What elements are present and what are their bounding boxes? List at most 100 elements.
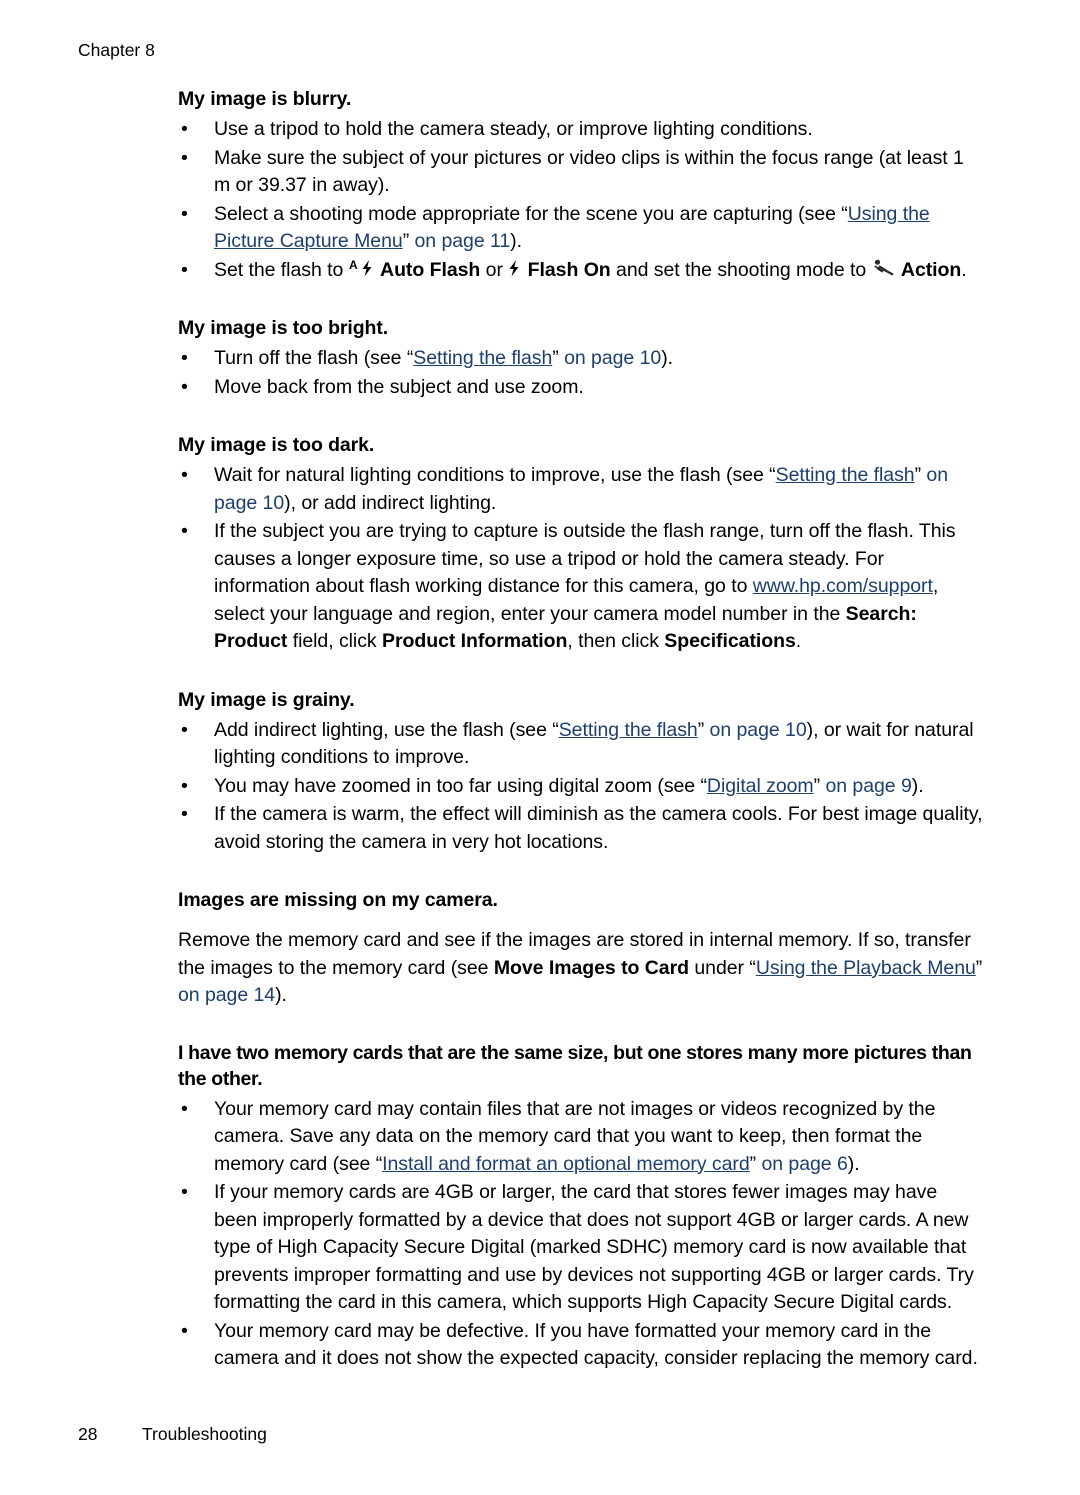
page-reference[interactable]: on page 14 xyxy=(178,984,275,1006)
body-text: Wait for natural lighting conditions to … xyxy=(214,464,776,486)
body-text: You may have zoomed in too far using dig… xyxy=(214,774,707,797)
bullet-glyph-icon: • xyxy=(181,202,188,225)
body-text: , then click xyxy=(567,630,665,652)
bullet-glyph-icon: • xyxy=(181,258,188,281)
body-text: or xyxy=(480,258,509,281)
page-reference[interactable]: on page 10 xyxy=(564,347,661,369)
bullet-glyph-icon: • xyxy=(181,1097,188,1120)
body-text: If your memory cards are 4GB or larger, … xyxy=(214,1181,974,1313)
body-text: Set the flash to xyxy=(214,258,349,281)
section-heading-two-memory-cards: I have two memory cards that are the sam… xyxy=(178,1041,972,1090)
bullet-glyph-icon: • xyxy=(181,718,188,741)
bullet-glyph-icon: • xyxy=(181,118,188,140)
list-item: • Turn off the flash (see “Setting the fl… xyxy=(178,345,984,373)
body-text: Select a shooting mode appropriate for t… xyxy=(214,202,848,225)
list-item: • If the subject you are trying to captur… xyxy=(178,518,984,656)
list-item: • If the camera is warm, the effect will … xyxy=(178,801,984,856)
list-item: • Your memory card may be defective. If y… xyxy=(178,1318,984,1373)
list-item: • Move back from the subject and use zoom… xyxy=(178,374,984,402)
section-heading-too-bright: My image is too bright. xyxy=(178,317,389,339)
emphasis-text: Move Images to Card xyxy=(493,956,689,979)
body-text: ” xyxy=(697,718,710,741)
body-text: Your memory card may be defective. If yo… xyxy=(214,1319,978,1370)
body-text: ). xyxy=(911,774,924,797)
page-reference[interactable]: on page 6 xyxy=(761,1153,847,1175)
body-text: . xyxy=(795,630,802,652)
emphasis-text: Action xyxy=(900,258,962,281)
list-item: • Select a shooting mode appropriate for … xyxy=(178,201,984,256)
list-item: • Wait for natural lighting conditions to… xyxy=(178,462,984,517)
bullet-list-blurry: • Use a tripod to hold the camera steady,… xyxy=(178,116,984,284)
body-text: under “ xyxy=(689,956,756,979)
body-text: and set the shooting mode to xyxy=(610,258,872,281)
emphasis-text: Product Information xyxy=(382,630,568,652)
list-item: • Your memory card may contain files that… xyxy=(178,1096,984,1179)
cross-reference-link[interactable]: Install and format an optional memory ca… xyxy=(382,1153,750,1175)
body-text: ” xyxy=(552,347,565,369)
bullet-glyph-icon: • xyxy=(181,1181,188,1203)
section-heading-grainy: My image is grainy. xyxy=(178,688,355,711)
bullet-glyph-icon: • xyxy=(181,803,188,825)
body-text: Make sure the subject of your pictures o… xyxy=(214,146,964,197)
body-text: ” xyxy=(749,1152,762,1175)
cross-reference-link[interactable]: Using the Playback Menu xyxy=(756,957,976,979)
body-text: ” xyxy=(914,464,927,486)
list-item: • Add indirect lighting, use the flash (s… xyxy=(178,717,984,772)
list-item: • Set the flash to A Auto Flash or Flash … xyxy=(178,257,984,285)
list-item: • Use a tripod to hold the camera steady,… xyxy=(178,116,984,144)
svg-text:A: A xyxy=(349,258,358,272)
bullet-list-too-bright: • Turn off the flash (see “Setting the fl… xyxy=(178,345,984,401)
body-text: Move back from the subject and use zoom. xyxy=(214,375,584,398)
body-text: ), or add indirect lighting. xyxy=(284,491,497,514)
section-heading-blurry: My image is blurry. xyxy=(178,88,352,110)
auto-flash-icon: A xyxy=(349,258,375,278)
body-text: Turn off the flash (see “ xyxy=(214,347,414,369)
body-text: ” xyxy=(975,956,983,979)
page-content: My image is blurry. • Use a tripod to hold… xyxy=(178,86,984,1374)
body-text: If the camera is warm, the effect will d… xyxy=(214,803,983,853)
cross-reference-link[interactable]: www.hp.com/support xyxy=(753,575,933,597)
bullet-glyph-icon: • xyxy=(181,347,188,369)
list-item: • If your memory cards are 4GB or larger,… xyxy=(178,1179,984,1317)
body-text: ” xyxy=(402,230,415,252)
emphasis-text: Auto Flash xyxy=(380,258,481,281)
body-text: field, click xyxy=(287,630,382,652)
body-text: ). xyxy=(661,347,673,369)
list-item: • You may have zoomed in too far using di… xyxy=(178,773,984,801)
document-page: Chapter 8 My image is blurry. • Use a trip… xyxy=(0,0,1080,1495)
emphasis-text: Flash On xyxy=(527,258,611,281)
bullet-list-two-memory-cards: • Your memory card may contain files that… xyxy=(178,1096,984,1373)
body-text: Add indirect lighting, use the flash (se… xyxy=(214,718,559,741)
section-paragraph-images-missing: Remove the memory card and see if the im… xyxy=(178,927,984,1010)
bullet-glyph-icon: • xyxy=(181,774,188,797)
cross-reference-link[interactable]: Digital zoom xyxy=(707,775,814,797)
body-text: Use a tripod to hold the camera steady, … xyxy=(214,118,813,140)
footer-page-number: 28 xyxy=(78,1424,98,1444)
emphasis-text: Specifications xyxy=(664,630,796,652)
section-heading-too-dark: My image is too dark. xyxy=(178,434,375,456)
action-running-person-icon xyxy=(872,258,896,278)
flash-on-icon xyxy=(508,258,522,278)
body-text: ). xyxy=(510,230,522,252)
body-text: ). xyxy=(847,1152,860,1175)
chapter-header: Chapter 8 xyxy=(78,40,155,60)
section-heading-images-missing: Images are missing on my camera. xyxy=(178,889,498,911)
cross-reference-link[interactable]: Setting the flash xyxy=(413,347,552,369)
bullet-list-grainy: • Add indirect lighting, use the flash (s… xyxy=(178,717,984,857)
bullet-glyph-icon: • xyxy=(181,375,188,398)
cross-reference-link[interactable]: Setting the flash xyxy=(559,719,698,741)
page-reference[interactable]: on page 9 xyxy=(825,775,911,797)
bullet-list-too-dark: • Wait for natural lighting conditions to… xyxy=(178,462,984,656)
page-reference[interactable]: on page 10 xyxy=(710,719,807,741)
body-text: . xyxy=(961,258,967,281)
body-text: ” xyxy=(813,774,826,797)
cross-reference-link[interactable]: Setting the flash xyxy=(776,464,915,486)
body-text: ). xyxy=(275,984,287,1006)
page-reference[interactable]: on page 11 xyxy=(415,230,511,252)
